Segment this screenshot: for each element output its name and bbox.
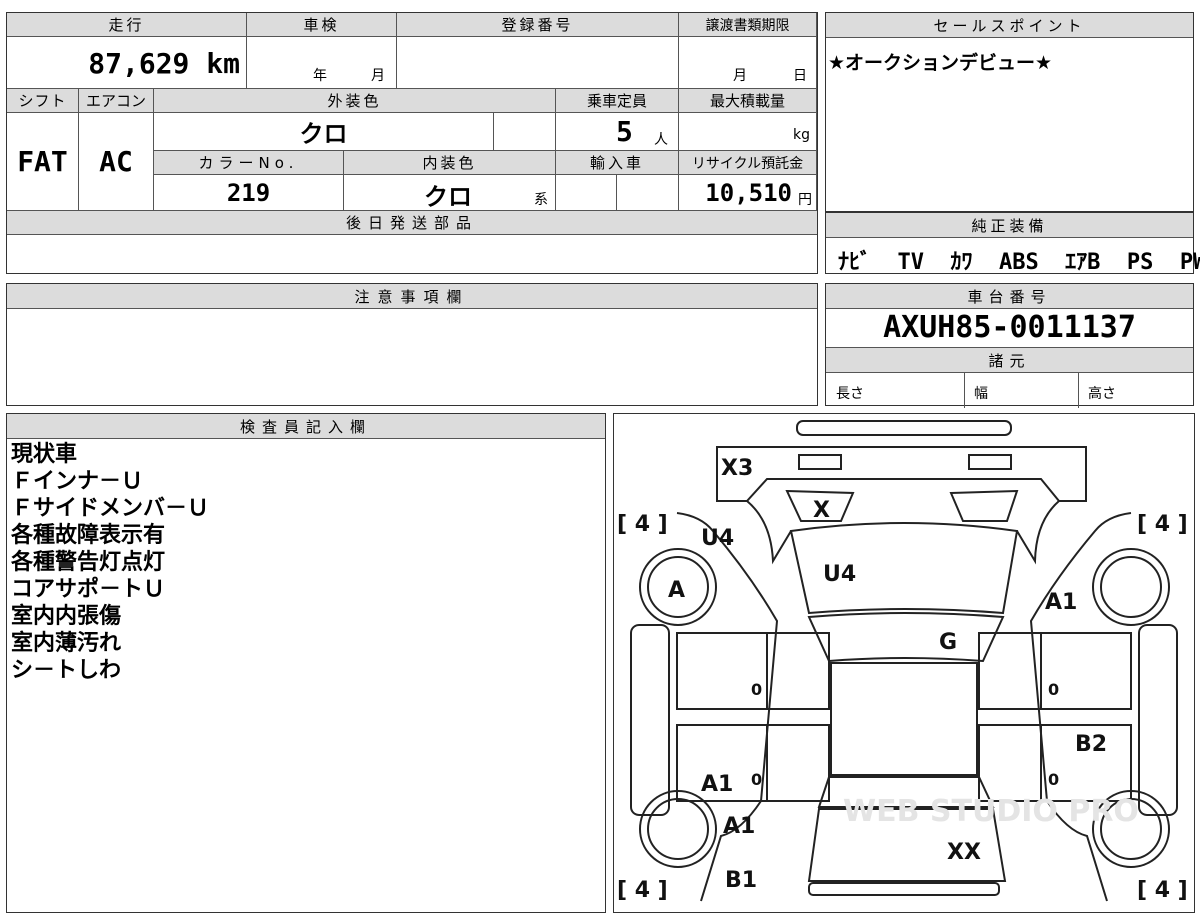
chassis-frame: 車台番号 AXUH85-0011137 諸元 長さ 幅 高さ [825, 283, 1194, 408]
tire-mark-front-right: [ 4 ] [1137, 512, 1188, 537]
mileage-value: 87,629 [88, 47, 190, 80]
later-parts-label: 後日発送部品 [7, 211, 817, 235]
sales-point-text: ★オークションデビュー★ [828, 52, 1053, 74]
sales-point-label: セールスポイント [826, 13, 1193, 38]
recycle-value: 10,510 [705, 179, 792, 207]
transfer-deadline-cell: 月 日 [679, 37, 817, 89]
color-no-value: 219 [226, 178, 271, 207]
vehicle-info-frame: 走行 車検 登録番号 譲渡書類期限 87,629 km 年 月 月 日 シフト … [6, 12, 818, 274]
inspector-line: Ｆインナ－Ｕ [11, 469, 144, 494]
interior-color-label: 内装色 [344, 151, 556, 175]
inspector-line: コアサポ－トＵ [11, 577, 166, 602]
max-load-label: 最大積載量 [679, 89, 817, 113]
recycle-cell: 10,510 円 [679, 175, 817, 211]
capacity-label: 乗車定員 [556, 89, 679, 113]
interior-color-value: クロ [424, 183, 472, 211]
zero-mark: 0 [1048, 770, 1059, 789]
spec-height: 高さ [1088, 386, 1116, 402]
deadline-day-label: 日 [793, 68, 807, 84]
mark-a1-left-low: A1 [723, 814, 755, 839]
zero-mark: 0 [1048, 680, 1059, 699]
caution-frame: 注意事項欄 [6, 283, 818, 406]
inspector-notes: 現状車 Ｆインナ－Ｕ Ｆサイドメンバ－Ｕ 各種故障表示有 各種警告灯点灯 コアサ… [7, 439, 605, 684]
tire-mark-front-left: [ 4 ] [617, 512, 668, 537]
shaken-month-label: 月 [371, 68, 385, 84]
color-no-cell: 219 [154, 175, 344, 211]
exterior-color-label: 外装色 [154, 89, 556, 113]
shift-value: FAT [17, 145, 68, 178]
inspector-label: 検査員記入欄 [7, 414, 605, 439]
mark-b1: B1 [725, 868, 757, 893]
import-label: 輸入車 [556, 151, 679, 175]
mark-xx: XX [947, 840, 981, 865]
shift-label: シフト [7, 89, 79, 113]
inspector-line: 室内薄汚れ [11, 631, 122, 656]
mileage-cell: 87,629 km [7, 37, 247, 89]
sales-point-frame: セールスポイント ★オークションデビュー★ [825, 12, 1194, 212]
watermark: WEB STUDIO PRO [843, 794, 1139, 829]
interior-color-cell: クロ 系 [344, 175, 556, 211]
recycle-unit: 円 [798, 192, 812, 208]
specs-label: 諸元 [826, 348, 1193, 373]
inspector-line: シ－トしわ [11, 658, 122, 683]
mileage-label: 走行 [7, 13, 247, 37]
recycle-label: リサイクル預託金 [679, 151, 817, 175]
interior-color-suffix: 系 [534, 192, 548, 208]
tire-mark-rear-right: [ 4 ] [1137, 878, 1188, 903]
chassis-label: 車台番号 [826, 284, 1193, 309]
aircon-cell: AC [79, 113, 154, 211]
inspector-line: 各種故障表示有 [11, 523, 166, 548]
shift-cell: FAT [7, 113, 79, 211]
aircon-value: AC [99, 145, 133, 178]
equipment-label: 純正装備 [826, 213, 1193, 238]
mark-a1-right: A1 [1045, 590, 1077, 615]
exterior-color-extra-cell [494, 113, 556, 151]
mark-u4-hood: U4 [823, 562, 856, 587]
inspector-line: Ｆサイドメンバ－Ｕ [11, 496, 210, 521]
zero-mark: 0 [751, 680, 762, 699]
car-diagram: WEB STUDIO PRO [ 4 ] [ 4 ] [ 4 ] [ 4 ] X… [617, 420, 1188, 903]
mark-b2: B2 [1075, 732, 1107, 757]
equipment-items: ﾅﾋﾞ TV ｶﾜ ABS ｴｱB PS PW [838, 250, 1200, 275]
mark-x3: X3 [721, 456, 753, 481]
mark-g: G [939, 630, 957, 655]
mark-x: X [813, 498, 830, 523]
spec-width: 幅 [974, 386, 988, 402]
import-cell-a [556, 175, 617, 211]
spec-length: 長さ [836, 386, 864, 402]
car-diagram-frame: WEB STUDIO PRO [ 4 ] [ 4 ] [ 4 ] [ 4 ] X… [613, 413, 1195, 913]
spec-divider [964, 373, 965, 408]
shaken-year-label: 年 [313, 68, 327, 84]
aircon-label: エアコン [79, 89, 154, 113]
color-no-label: カラーNo. [154, 151, 344, 175]
registration-label: 登録番号 [397, 13, 679, 37]
mark-a1-left-door: A1 [701, 772, 733, 797]
chassis-value: AXUH85-0011137 [826, 309, 1193, 348]
mark-a-wheel: A [668, 578, 685, 603]
import-cell-b [617, 175, 679, 211]
shaken-label: 車検 [247, 13, 397, 37]
zero-mark: 0 [751, 770, 762, 789]
shaken-cell: 年 月 [247, 37, 397, 89]
transfer-deadline-label: 譲渡書類期限 [679, 13, 817, 37]
max-load-unit: kg [793, 127, 810, 143]
registration-cell [397, 37, 679, 89]
spec-divider [1078, 373, 1079, 408]
mileage-unit: km [206, 47, 240, 80]
capacity-cell: 5 人 [556, 113, 679, 151]
exterior-color-cell: クロ [154, 113, 494, 151]
mark-u4-left: U4 [701, 526, 734, 551]
tire-mark-rear-left: [ 4 ] [617, 878, 668, 903]
max-load-cell: kg [679, 113, 817, 151]
exterior-color-value: クロ [299, 120, 348, 148]
inspector-frame: 検査員記入欄 現状車 Ｆインナ－Ｕ Ｆサイドメンバ－Ｕ 各種故障表示有 各種警告… [6, 413, 606, 913]
inspector-line: 各種警告灯点灯 [11, 550, 166, 575]
deadline-month-label: 月 [733, 68, 747, 84]
caution-label: 注意事項欄 [7, 284, 817, 309]
inspector-line: 現状車 [11, 442, 78, 467]
capacity-unit: 人 [654, 132, 668, 148]
equipment-frame: 純正装備 ﾅﾋﾞ TV ｶﾜ ABS ｴｱB PS PW [825, 212, 1200, 275]
inspector-line: 室内内張傷 [11, 604, 122, 629]
capacity-value: 5 [616, 115, 633, 148]
